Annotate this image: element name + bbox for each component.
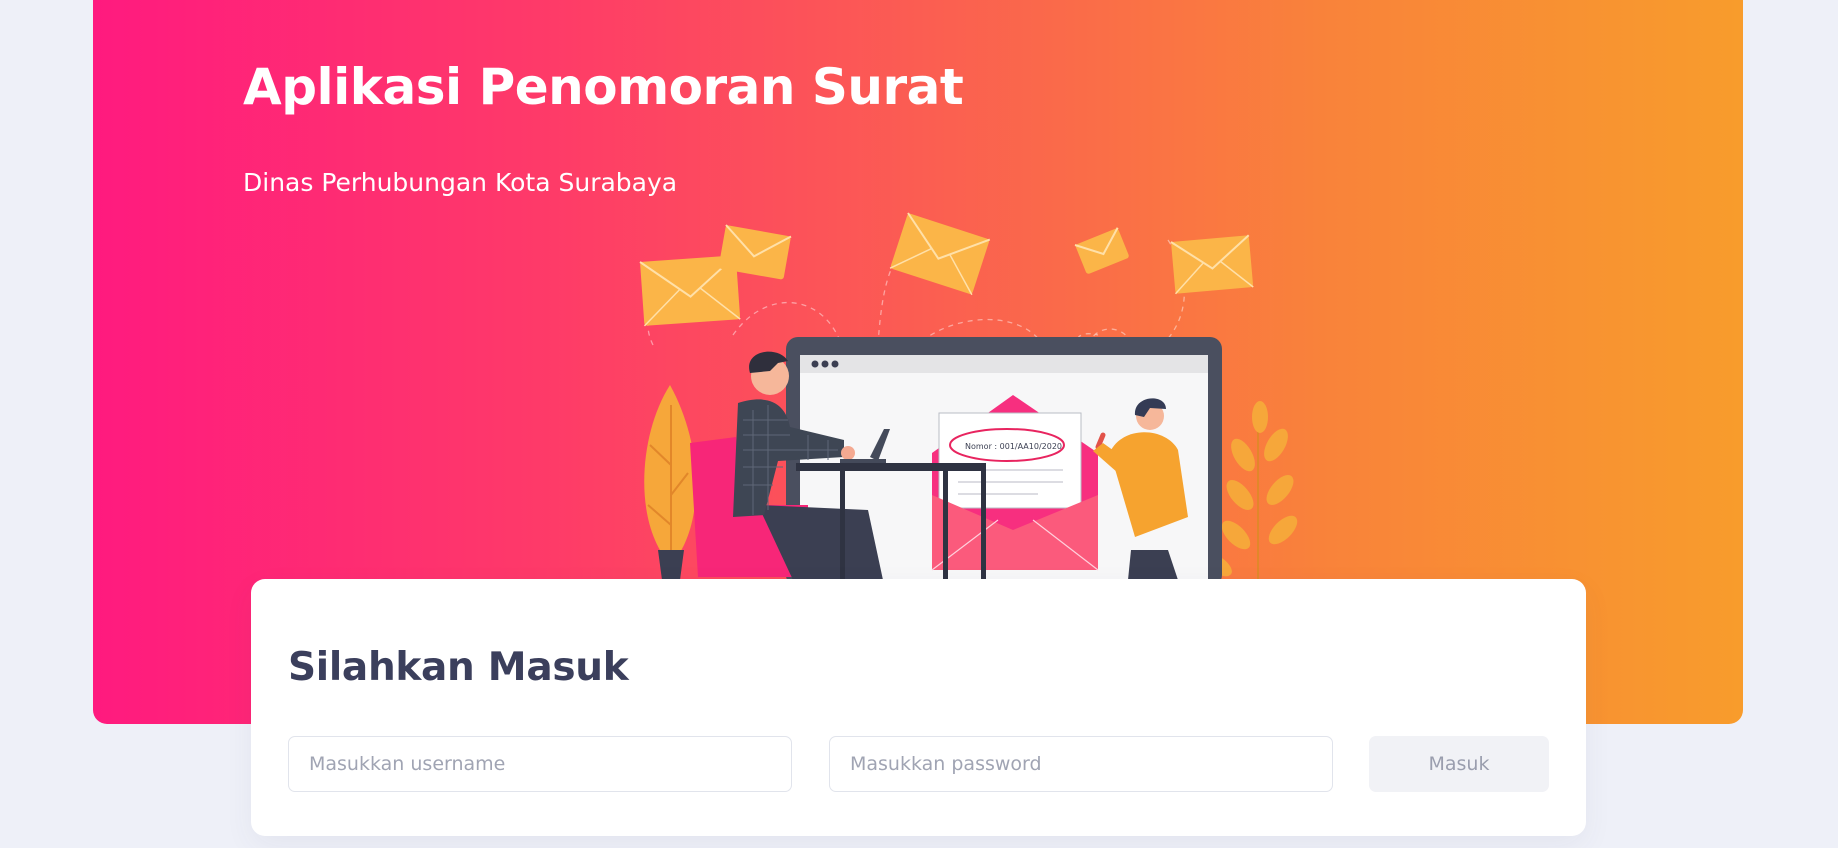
envelope-icon bbox=[889, 212, 991, 296]
app-title: Aplikasi Penomoran Surat bbox=[243, 58, 964, 116]
login-card: Silahkan Masuk Masuk bbox=[251, 579, 1586, 836]
plant-icon bbox=[644, 385, 697, 580]
letter-number-text: Nomor : 001/AA10/2020 bbox=[965, 442, 1062, 451]
envelope-icon bbox=[1074, 227, 1129, 274]
login-title: Silahkan Masuk bbox=[288, 645, 629, 690]
username-input[interactable] bbox=[288, 736, 792, 792]
password-input[interactable] bbox=[829, 736, 1333, 792]
hero-illustration: Nomor : 001/AA10/2020 bbox=[639, 212, 1298, 580]
login-button[interactable]: Masuk bbox=[1369, 736, 1549, 792]
envelope-icon bbox=[1170, 234, 1254, 295]
app-subtitle: Dinas Perhubungan Kota Surabaya bbox=[243, 168, 678, 197]
letter-envelope-icon: Nomor : 001/AA10/2020 bbox=[931, 395, 1106, 571]
